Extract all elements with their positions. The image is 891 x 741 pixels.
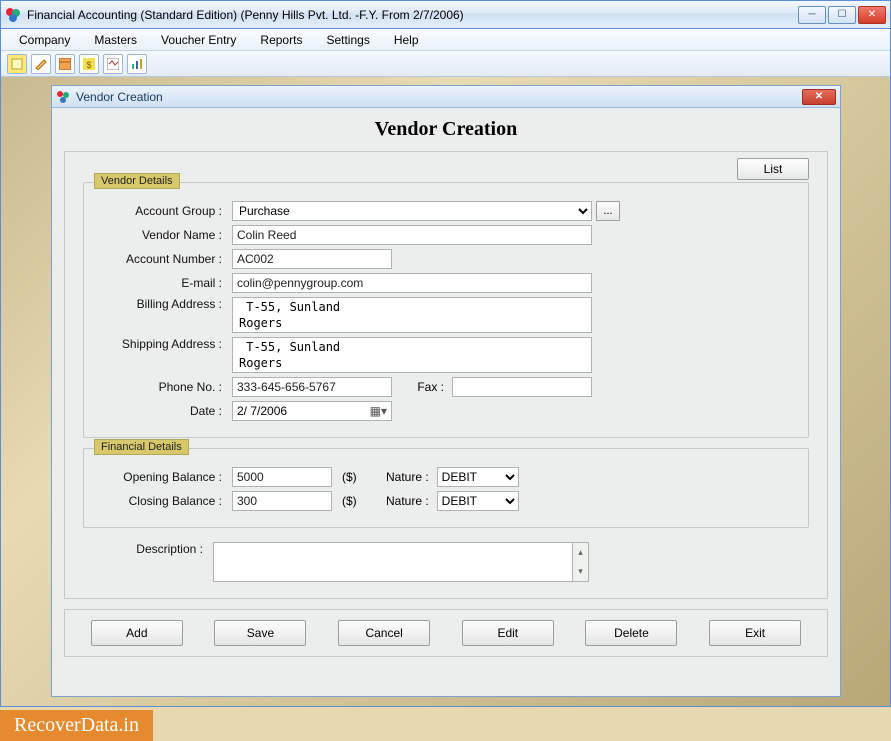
form-panel: List Vendor Details Account Group : Purc… (64, 151, 828, 599)
edit-button[interactable]: Edit (462, 620, 554, 646)
opening-nature-select[interactable]: DEBIT (437, 467, 519, 487)
description-row: Description : ▴ ▾ (83, 542, 809, 582)
account-group-select[interactable]: Purchase (232, 201, 592, 221)
email-label: E-mail : (102, 276, 232, 290)
add-button[interactable]: Add (91, 620, 183, 646)
calendar-dropdown-icon[interactable]: ▦▾ (370, 404, 387, 418)
billing-address-input[interactable]: T-55, Sunland Rogers (232, 297, 592, 333)
menu-settings[interactable]: Settings (314, 31, 381, 49)
close-button[interactable]: ✕ (858, 6, 886, 24)
closing-balance-label: Closing Balance : (102, 494, 232, 508)
toolbar: $ (1, 51, 890, 77)
billing-address-label: Billing Address : (102, 297, 232, 311)
list-button[interactable]: List (737, 158, 809, 180)
app-icon (5, 7, 21, 23)
vendor-details-group: Vendor Details Account Group : Purchase … (83, 182, 809, 438)
watermark: RecoverData.in (0, 710, 153, 741)
page-title: Vendor Creation (64, 118, 828, 141)
vendor-name-input[interactable] (232, 225, 592, 245)
account-group-label: Account Group : (102, 204, 232, 218)
closing-nature-label: Nature : (367, 494, 437, 508)
shipping-address-input[interactable]: T-55, Sunland Rogers (232, 337, 592, 373)
email-input[interactable] (232, 273, 592, 293)
maximize-button[interactable]: ☐ (828, 6, 856, 24)
minimize-button[interactable]: ─ (798, 6, 826, 24)
menu-voucher-entry[interactable]: Voucher Entry (149, 31, 248, 49)
toolbar-new-icon[interactable] (7, 54, 27, 74)
vendor-name-label: Vendor Name : (102, 228, 232, 242)
description-input[interactable] (213, 542, 573, 582)
closing-nature-select[interactable]: DEBIT (437, 491, 519, 511)
dialog-icon (56, 90, 70, 104)
fax-label: Fax : (392, 380, 452, 394)
opening-balance-label: Opening Balance : (102, 470, 232, 484)
financial-details-group: Financial Details Opening Balance : ($) … (83, 448, 809, 528)
menu-reports[interactable]: Reports (248, 31, 314, 49)
phone-label: Phone No. : (102, 380, 232, 394)
menu-masters[interactable]: Masters (82, 31, 149, 49)
main-window: Financial Accounting (Standard Edition) … (0, 0, 891, 707)
toolbar-calendar-icon[interactable] (55, 54, 75, 74)
exit-button[interactable]: Exit (709, 620, 801, 646)
cancel-button[interactable]: Cancel (338, 620, 430, 646)
account-group-browse-button[interactable]: ... (596, 201, 620, 221)
closing-currency-label: ($) (332, 494, 367, 508)
opening-currency-label: ($) (332, 470, 367, 484)
phone-input[interactable] (232, 377, 392, 397)
date-value: 2/ 7/2006 (237, 404, 287, 418)
main-titlebar: Financial Accounting (Standard Edition) … (1, 1, 890, 29)
content-area: Vendor Creation ✕ Vendor Creation List V… (1, 77, 890, 706)
opening-balance-input[interactable] (232, 467, 332, 487)
toolbar-report-icon[interactable] (103, 54, 123, 74)
menu-company[interactable]: Company (7, 31, 82, 49)
fax-input[interactable] (452, 377, 592, 397)
date-input[interactable]: 2/ 7/2006 ▦▾ (232, 401, 392, 421)
delete-button[interactable]: Delete (585, 620, 677, 646)
opening-nature-label: Nature : (367, 470, 437, 484)
inner-titlebar: Vendor Creation ✕ (52, 86, 840, 108)
scroll-up-icon[interactable]: ▴ (573, 543, 588, 562)
account-number-input[interactable] (232, 249, 392, 269)
window-controls: ─ ☐ ✕ (798, 6, 886, 24)
toolbar-edit-icon[interactable] (31, 54, 51, 74)
vendor-details-legend: Vendor Details (94, 173, 180, 189)
window-title: Financial Accounting (Standard Edition) … (27, 8, 798, 22)
account-number-label: Account Number : (102, 252, 232, 266)
closing-balance-input[interactable] (232, 491, 332, 511)
inner-body: Vendor Creation List Vendor Details Acco… (52, 108, 840, 696)
menubar: Company Masters Voucher Entry Reports Se… (1, 29, 890, 51)
inner-close-button[interactable]: ✕ (802, 89, 836, 105)
shipping-address-label: Shipping Address : (102, 337, 232, 351)
toolbar-currency-icon[interactable]: $ (79, 54, 99, 74)
menu-help[interactable]: Help (382, 31, 431, 49)
date-label: Date : (102, 404, 232, 418)
button-bar: Add Save Cancel Edit Delete Exit (64, 609, 828, 657)
financial-details-legend: Financial Details (94, 439, 189, 455)
vendor-creation-window: Vendor Creation ✕ Vendor Creation List V… (51, 85, 841, 697)
inner-title: Vendor Creation (76, 90, 802, 104)
save-button[interactable]: Save (214, 620, 306, 646)
toolbar-chart-icon[interactable] (127, 54, 147, 74)
description-label: Description : (83, 542, 213, 556)
description-scrollbar[interactable]: ▴ ▾ (573, 542, 589, 582)
svg-text:$: $ (86, 60, 91, 70)
scroll-down-icon[interactable]: ▾ (573, 562, 588, 581)
